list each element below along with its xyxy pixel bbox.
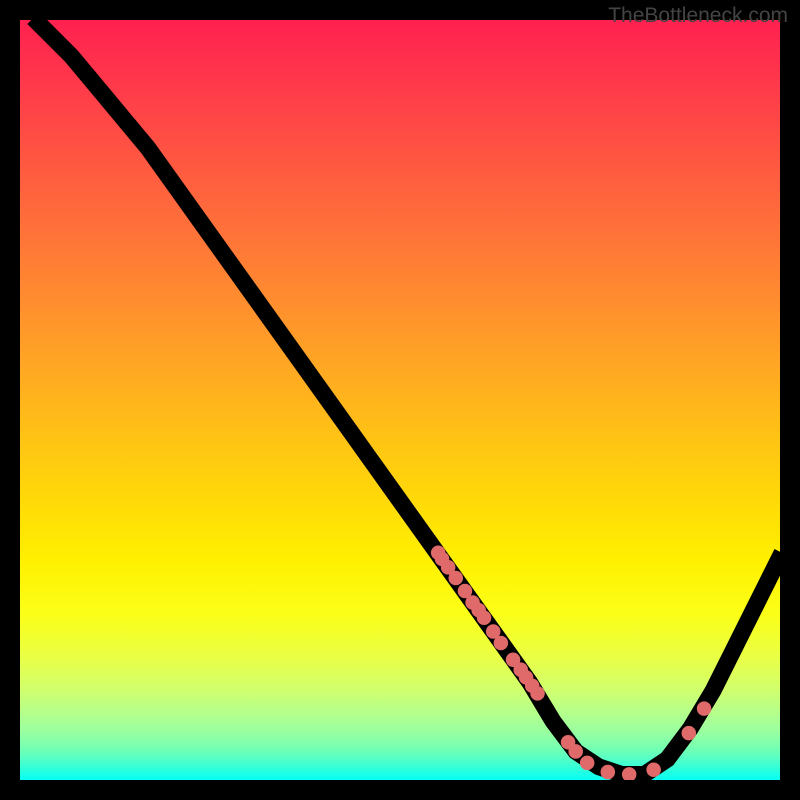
data-marker: [494, 636, 509, 651]
data-marker: [682, 726, 697, 741]
bottleneck-curve: [33, 18, 782, 774]
data-marker: [449, 571, 464, 586]
watermark-label: TheBottleneck.com: [608, 4, 788, 28]
data-marker: [646, 763, 661, 778]
chart-container: [18, 18, 782, 782]
data-marker: [622, 767, 637, 782]
data-marker: [530, 686, 545, 701]
data-marker: [568, 744, 583, 759]
data-marker: [697, 701, 712, 716]
data-marker: [580, 756, 595, 771]
chart-svg: [18, 18, 782, 782]
data-marker: [477, 610, 492, 625]
data-marker: [601, 765, 616, 780]
